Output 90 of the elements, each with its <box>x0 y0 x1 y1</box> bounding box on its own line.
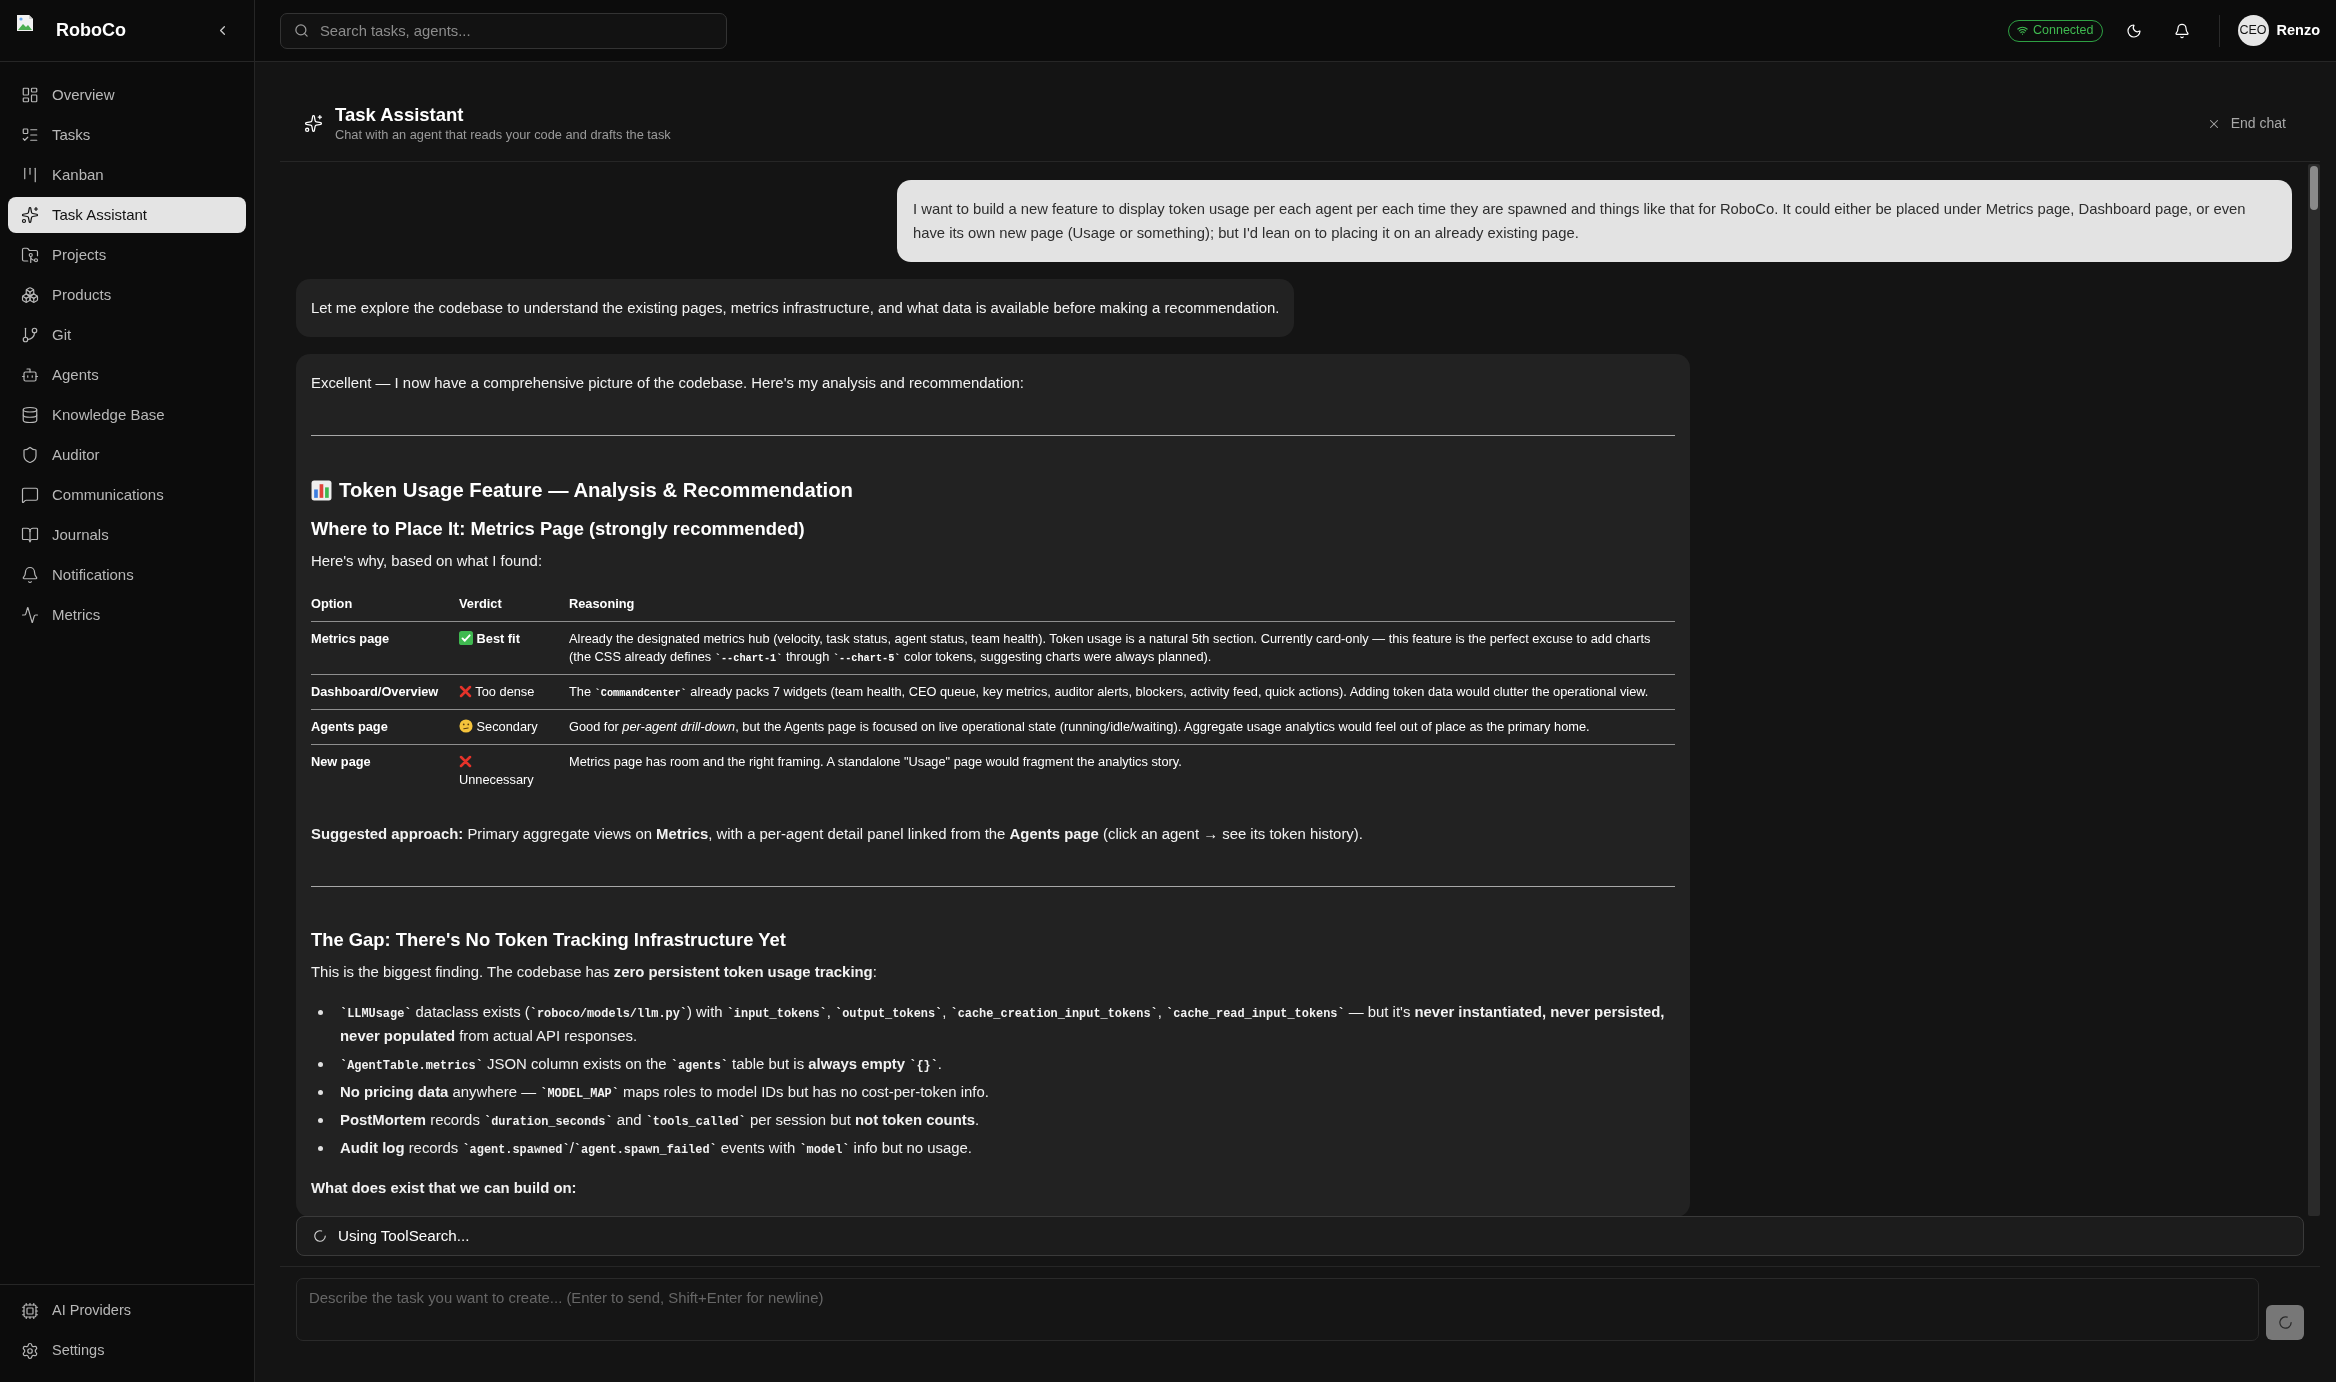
settings-icon <box>21 1342 39 1360</box>
option-label: Agents page <box>311 719 388 734</box>
bell-icon <box>2173 22 2190 39</box>
message-text: What does exist that we can build on: <box>311 1179 578 1198</box>
check-mark-icon <box>459 631 473 645</box>
broken-image-icon <box>16 14 34 32</box>
columns-icon <box>21 166 39 184</box>
wifi-icon <box>2017 25 2029 36</box>
database-icon <box>21 406 39 424</box>
section-heading: The Gap: There's No Token Tracking Infrastructure Yet <box>311 928 787 952</box>
connection-status-text: Connected <box>2033 22 2094 40</box>
message-text: This is the biggest finding. The codebase has zero persistent token usage tracking: <box>311 963 878 982</box>
activity-text: Using ToolSearch... <box>338 1225 470 1246</box>
verdict-label: Secondary <box>476 719 538 734</box>
column-header: Reasoning <box>569 596 635 611</box>
message-text: Excellent — I now have a comprehensive picture of the codebase. Here's my analysis and recommendation: <box>311 374 1025 393</box>
section-title: Token Usage Feature — Analysis & Recommendation <box>339 478 853 503</box>
scrollbar-thumb[interactable] <box>2310 166 2318 210</box>
bullet-icon <box>318 1009 323 1015</box>
sparkles-icon <box>21 206 39 224</box>
cross-mark-icon <box>459 755 472 768</box>
verdict-label: Best fit <box>476 631 520 646</box>
bell-icon <box>21 566 39 584</box>
bullet-text: No pricing data anywhere — `MODEL_MAP` maps roles to model IDs but has no cost-per-token info. <box>340 1083 989 1103</box>
verdict-label: Too dense <box>475 684 535 699</box>
boxes-icon <box>21 286 39 304</box>
sidebar-item[interactable]: Knowledge Base <box>8 397 246 433</box>
search-icon <box>294 22 309 38</box>
sidebar-item[interactable]: Notifications <box>8 557 246 593</box>
sidebar-item[interactable]: Products <box>8 277 246 313</box>
column-header: Option <box>311 596 353 611</box>
sidebar-item[interactable]: Auditor <box>8 437 246 473</box>
message-text: Here's why, based on what I found: <box>311 552 544 571</box>
spinner-icon <box>313 1229 327 1243</box>
option-label: Metrics page <box>311 631 390 646</box>
thinking-face-icon <box>459 719 473 733</box>
section-heading: Where to Place It: Metrics Page (strongly recommended) <box>311 517 806 541</box>
message-input[interactable]: Describe the task you want to create... (Enter to send, Shift+Enter for newline) <box>296 1278 2259 1341</box>
sidebar-item[interactable]: Tasks <box>8 117 246 153</box>
brand-name: RoboCo <box>56 19 126 42</box>
sidebar-item[interactable]: Settings <box>8 1333 246 1369</box>
reasoning-text: Good for per-agent drill-down, but the Agents page is focused on live operational state (running/idle/waiting). Aggregate usage analytics would feel out of place as the primary home. <box>569 719 1590 734</box>
bullet-text: `AgentTable.metrics` JSON column exists on the `agents` table but is always empty `{}`. <box>340 1055 942 1075</box>
user-name: Renzo <box>2276 20 2320 40</box>
sidebar-item[interactable]: Task Assistant <box>8 197 246 233</box>
reasoning-text: Already the designated metrics hub (velocity, task status, agent status, team health). Token usage is a natural 5th section. Currently card-only — this feature is the perfect excuse to add charts (the CSS already defines `--chart-1` through `--chart-5` color tokens, suggesting charts were always planned). <box>569 631 1651 664</box>
robot-icon <box>21 366 39 384</box>
cross-mark-icon <box>459 685 472 698</box>
column-header: Verdict <box>459 596 502 611</box>
bullet-icon <box>318 1145 323 1151</box>
sidebar-item[interactable]: Communications <box>8 477 246 513</box>
message-text: Suggested approach: Primary aggregate views on Metrics, with a per-agent detail panel linked from the Agents page (click an agent → see its token history). <box>311 825 1364 844</box>
sidebar-item[interactable]: AI Providers <box>8 1293 246 1329</box>
book-icon <box>21 526 39 544</box>
user-message: I want to build a new feature to display token usage per each agent per each time they are spawned and things like that for RoboCo. It could either be placed under Metrics page, Dashboard page, or even have its own new page (Usage or something); but I'd lean on to placing it on an already existing page. <box>897 180 2292 262</box>
search-field[interactable]: Search tasks, agents... <box>280 12 727 49</box>
option-label: New page <box>311 754 371 769</box>
bullet-icon <box>318 1089 323 1095</box>
sidebar-item[interactable]: Agents <box>8 357 246 393</box>
sidebar-item[interactable]: Kanban <box>8 157 246 193</box>
dashboard-icon <box>21 86 39 104</box>
sparkles-icon <box>304 114 323 133</box>
option-label: Dashboard/Overview <box>311 684 439 699</box>
chat-title: Task Assistant <box>335 103 465 126</box>
avatar[interactable]: CEO <box>2237 15 2269 46</box>
bullet-icon <box>318 1061 323 1067</box>
moon-icon <box>2125 22 2142 39</box>
shield-icon <box>21 446 39 464</box>
bullet-text: PostMortem records `duration_seconds` and `tools_called` per session but not token counts. <box>340 1111 980 1131</box>
reasoning-text: Metrics page has room and the right framing. A standalone "Usage" page would fragment the analytics story. <box>569 754 1182 769</box>
pulse-icon <box>21 606 39 624</box>
folder-icon <box>21 246 39 264</box>
sidebar-item[interactable]: Overview <box>8 77 246 113</box>
send-button[interactable] <box>2266 1305 2304 1340</box>
reasoning-text: The `CommandCenter` already packs 7 widgets (team health, CEO queue, key metrics, auditor alerts, blockers, activity feed, quick actions). Adding token data would clutter the operational view. <box>569 684 1649 699</box>
speech-bubble-icon <box>21 486 39 504</box>
branch-icon <box>21 326 39 344</box>
sidebar-item[interactable]: Journals <box>8 517 246 553</box>
verdict-label: Unnecessary <box>459 772 534 787</box>
sidebar-item[interactable]: Metrics <box>8 597 246 633</box>
bar-chart-icon <box>311 479 332 501</box>
chat-subtitle: Chat with an agent that reads your code and drafts the task <box>335 125 671 144</box>
end-chat-button[interactable]: End chat <box>2206 113 2286 134</box>
chip-icon <box>21 1302 39 1320</box>
checklist-icon <box>21 126 39 144</box>
sidebar-item[interactable]: Projects <box>8 237 246 273</box>
spinner-icon <box>2277 1315 2293 1330</box>
bullet-icon <box>318 1117 323 1123</box>
sidebar-item[interactable]: Git <box>8 317 246 353</box>
message-text: Let me explore the codebase to understand the existing pages, metrics infrastructure, and what data is available before making a recommendation. <box>311 299 1280 318</box>
